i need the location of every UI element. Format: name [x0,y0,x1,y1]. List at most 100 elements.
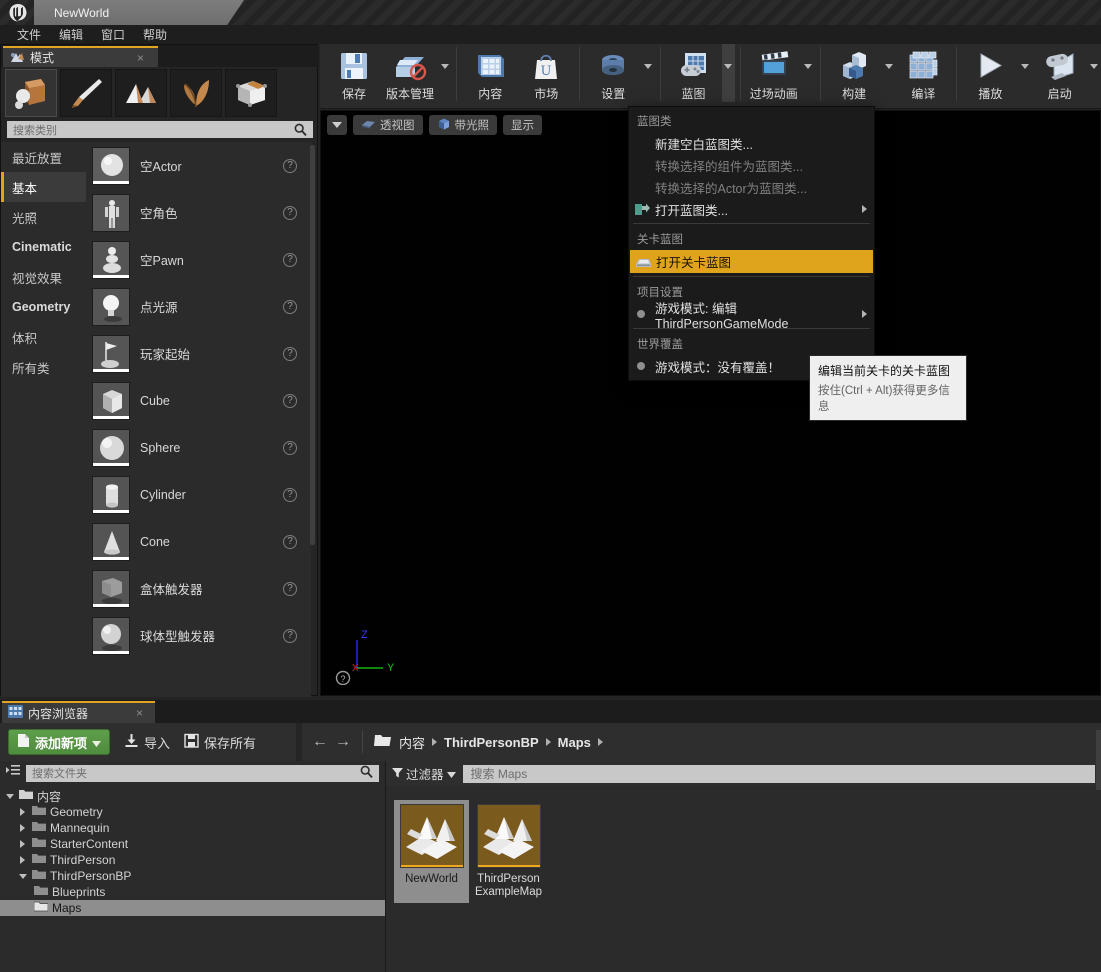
help-icon[interactable]: ? [283,581,297,596]
category-volumes[interactable]: 体积 [1,322,86,352]
tree-node-startercontent[interactable]: StarterContent [0,836,385,852]
paint-mode-button[interactable] [60,69,112,117]
category-recent[interactable]: 最近放置 [1,142,86,172]
toolbar-compile-button[interactable]: 编译 [895,44,951,102]
import-button[interactable]: 导入 [124,733,170,752]
help-icon[interactable]: ? [283,346,297,361]
list-item[interactable]: 点光源 ? [86,283,311,330]
toolbar-build-caret[interactable] [882,44,895,102]
breadcrumb-caret-icon[interactable] [545,738,551,746]
tree-node-mannequin[interactable]: Mannequin [0,820,385,836]
project-tab[interactable]: NewWorld [34,0,244,25]
foliage-mode-button[interactable] [170,69,222,117]
help-icon[interactable]: ? [283,440,297,455]
breadcrumb-caret-icon[interactable] [597,738,603,746]
modes-scrollbar[interactable] [310,145,315,545]
category-cinematic[interactable]: Cinematic [1,232,86,262]
add-new-button[interactable]: 添加新项 [8,729,111,755]
category-search-field[interactable]: 搜索类别 [7,121,313,138]
category-lights[interactable]: 光照 [1,202,86,232]
help-icon[interactable]: ? [283,299,297,314]
help-icon[interactable]: ? [283,534,297,549]
tab-content-browser[interactable]: 内容浏览器 × [2,701,155,723]
breadcrumb-maps[interactable]: Maps [558,735,591,750]
viewport-options-button[interactable] [327,115,347,135]
save-all-button[interactable]: 保存所有 [184,733,256,752]
viewport-show-button[interactable]: 显示 [503,115,542,135]
menu-item-open-blueprint-class[interactable]: 打开蓝图类... [629,198,874,220]
help-icon[interactable]: ? [283,158,297,173]
help-icon[interactable]: ? [283,252,297,267]
tree-node-thirdperson[interactable]: ThirdPerson [0,852,385,868]
tree-node-maps[interactable]: Maps [0,900,385,916]
landscape-mode-button[interactable] [115,69,167,117]
menu-help[interactable]: 帮助 [134,25,176,44]
viewport-lit-button[interactable]: 带光照 [428,115,497,135]
toolbar-launch-button[interactable]: 启动 [1032,44,1088,102]
tree-collapse-icon[interactable] [6,764,21,783]
menu-edit[interactable]: 编辑 [50,25,92,44]
tab-modes[interactable]: 模式 × [3,46,158,67]
list-item[interactable]: 空角色 ? [86,189,311,236]
toolbar-cinematics-caret[interactable] [802,44,815,102]
help-icon[interactable]: ? [283,487,297,502]
tab-modes-close-icon[interactable]: × [137,51,144,65]
place-mode-button[interactable] [5,69,57,117]
content-browser-scrollbar[interactable] [1096,730,1101,790]
category-all-classes[interactable]: 所有类 [1,352,86,382]
toolbar-source-control-button[interactable]: 版本管理 [382,44,438,102]
expander-closed-icon[interactable] [17,824,28,832]
list-item[interactable]: 盒体触发器 ? [86,565,311,612]
tab-content-browser-close-icon[interactable]: × [136,706,143,720]
nav-back-icon[interactable]: ← [312,733,328,751]
toolbar-blueprint-button[interactable]: 蓝图 [666,44,722,102]
toolbar-blueprint-caret[interactable] [721,44,735,102]
expander-open-icon[interactable] [4,793,15,799]
category-geometry[interactable]: Geometry [1,292,86,322]
breadcrumb-thirdpersonbp[interactable]: ThirdPersonBP [444,735,539,750]
geometry-edit-mode-button[interactable] [225,69,277,117]
list-item[interactable]: Sphere ? [86,424,311,471]
expander-open-icon[interactable] [17,873,28,879]
toolbar-settings-button[interactable]: 设置 [585,44,641,102]
menu-file[interactable]: 文件 [8,25,50,44]
folder-search-input[interactable]: 搜索文件夹 [26,764,379,782]
list-item[interactable]: Cube ? [86,377,311,424]
tree-node-geometry[interactable]: Geometry [0,804,385,820]
filter-button[interactable]: 过滤器 [392,764,456,783]
toolbar-play-caret[interactable] [1018,44,1031,102]
category-basic[interactable]: 基本 [1,172,86,202]
list-item[interactable]: 空Actor ? [86,142,311,189]
toolbar-content-button[interactable]: 内容 [462,44,518,102]
category-visual-fx[interactable]: 视觉效果 [1,262,86,292]
expander-closed-icon[interactable] [17,856,28,864]
tree-node-content[interactable]: 内容 [0,788,385,804]
list-item[interactable]: 球体型触发器 ? [86,612,311,659]
toolbar-launch-caret[interactable] [1088,44,1101,102]
list-item[interactable]: Cylinder ? [86,471,311,518]
asset-search-input[interactable]: 搜索 Maps [462,764,1095,783]
list-item[interactable]: 玩家起始 ? [86,330,311,377]
toolbar-settings-caret[interactable] [641,44,654,102]
asset-card-thirdpersonexamplemap[interactable]: ThirdPerson ExampleMap [471,800,546,903]
breadcrumb-caret-icon[interactable] [432,738,438,746]
help-icon[interactable]: ? [283,393,297,408]
toolbar-build-button[interactable]: 构建 [826,44,882,102]
menu-item-open-level-blueprint[interactable]: 打开关卡蓝图 [630,250,873,273]
help-icon[interactable]: ? [283,628,297,643]
expander-closed-icon[interactable] [17,808,28,816]
tree-node-blueprints[interactable]: Blueprints [0,884,385,900]
tree-node-thirdpersonbp[interactable]: ThirdPersonBP [0,868,385,884]
expander-closed-icon[interactable] [17,840,28,848]
nav-forward-icon[interactable]: → [335,733,351,751]
toolbar-source-control-caret[interactable] [438,44,451,102]
breadcrumb-content[interactable]: 内容 [399,733,425,752]
list-item[interactable]: Cone ? [86,518,311,565]
toolbar-save-button[interactable]: 保存 [326,44,382,102]
menu-item-gamemode-edit-thirdpersongamemode[interactable]: 游戏模式: 编辑ThirdPersonGameMode [629,302,874,331]
menu-item-new-blank-blueprint-class[interactable]: 新建空白蓝图类... [629,132,874,154]
viewport-perspective-button[interactable]: 透视图 [353,115,423,135]
asset-card-newworld[interactable]: NewWorld [394,800,469,903]
menu-window[interactable]: 窗口 [92,25,134,44]
list-item[interactable]: 空Pawn ? [86,236,311,283]
